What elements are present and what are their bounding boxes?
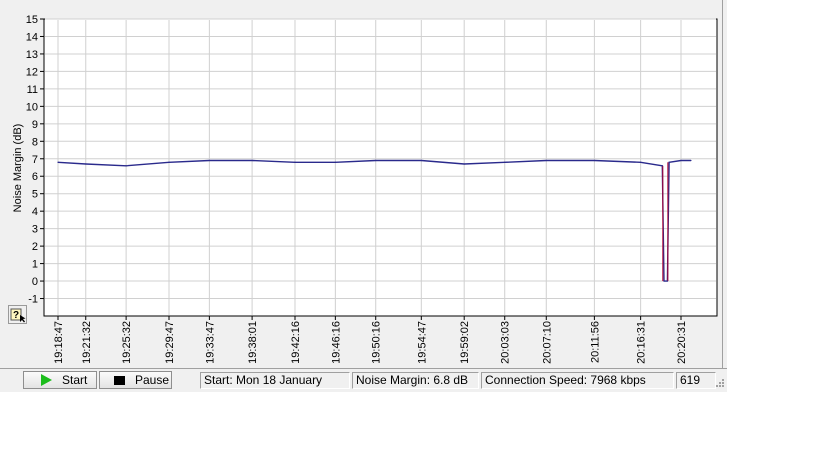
series-point [420, 159, 422, 162]
x-tick-label: 19:59:02 [459, 321, 471, 364]
pause-button-label: Pause [135, 373, 170, 387]
start-button[interactable]: Start [23, 371, 97, 389]
series-point [168, 161, 170, 163]
resize-grip-icon[interactable] [712, 377, 725, 390]
y-tick-label: 5 [32, 189, 38, 201]
x-tick-label: 19:42:16 [290, 321, 302, 364]
stop-square-icon [114, 375, 125, 385]
series-point [593, 159, 595, 162]
y-tick-label: 9 [32, 119, 38, 131]
y-tick-label: -1 [28, 294, 38, 306]
x-tick-label: 20:20:31 [676, 321, 688, 364]
series-point [668, 161, 670, 163]
y-axis-label: Noise Margin (dB) [12, 124, 24, 213]
series-point [375, 159, 377, 162]
series-point [640, 161, 642, 163]
start-button-label: Start [62, 373, 88, 387]
x-tick-label: 19:33:47 [204, 321, 216, 364]
y-tick-label: 12 [26, 66, 38, 78]
x-tick-label: 20:11:56 [589, 321, 601, 363]
y-tick-label: 1 [32, 259, 38, 271]
series-point [463, 163, 465, 165]
y-tick-label: 4 [32, 206, 38, 218]
help-cursor-icon[interactable]: ? [8, 305, 27, 324]
y-tick-label: 14 [26, 31, 38, 43]
y-tick-label: 15 [26, 14, 38, 26]
noise-margin-chart: -10123456789101112131415 19:18:47 19:21:3… [12, 14, 718, 364]
status-sample-count: 619 [676, 372, 716, 389]
series-point [334, 161, 336, 163]
x-tick-label: 20:03:03 [500, 321, 512, 364]
series-point [690, 159, 692, 162]
x-tick-label: 20:16:31 [636, 321, 648, 364]
pause-button[interactable]: Pause [99, 371, 172, 389]
x-tick-label: 19:50:16 [371, 321, 383, 364]
x-tick-label: 19:25:32 [121, 321, 133, 364]
series-point [251, 159, 253, 162]
play-icon [41, 374, 52, 386]
y-tick-label: 7 [32, 154, 38, 166]
series-point [663, 280, 665, 282]
y-tick-label: 8 [32, 136, 38, 148]
series-point [208, 159, 210, 162]
y-tick-label: 3 [32, 224, 38, 236]
status-noise-margin: Noise Margin: 6.8 dB [352, 372, 479, 389]
series-point [504, 161, 506, 163]
x-tick-label: 19:46:16 [330, 321, 342, 364]
y-tick-label: 10 [26, 101, 38, 113]
y-tick-label: 6 [32, 171, 38, 183]
series-point [666, 280, 668, 282]
series-point [57, 161, 59, 163]
series-point [294, 161, 296, 163]
series-point [545, 159, 547, 162]
svg-text:?: ? [13, 310, 19, 321]
x-tick-label: 20:07:10 [541, 321, 553, 364]
x-tick-label: 19:21:32 [81, 321, 93, 364]
y-tick-label: 13 [26, 49, 38, 61]
plot-area [43, 18, 718, 317]
series-point [680, 159, 682, 162]
series-point [85, 163, 87, 165]
y-tick-label: 0 [32, 276, 38, 288]
x-tick-label: 19:29:47 [164, 321, 176, 364]
series-point [661, 165, 663, 167]
y-tick-label: 11 [27, 84, 38, 96]
series-point [125, 165, 127, 167]
y-axis-ticks: -10123456789101112131415 [26, 14, 44, 306]
x-tick-label: 19:38:01 [247, 321, 259, 364]
x-tick-label: 19:54:47 [416, 321, 428, 364]
status-start-time: Start: Mon 18 January [200, 372, 350, 389]
app-window: -1 0 1 2 3 4 5 6 7 8 9 10 11 12 13 14 15 19:18:47 19:21:3… [0, 0, 727, 392]
window-edge [722, 0, 723, 372]
y-tick-label: 2 [32, 241, 38, 253]
x-tick-label: 19:18:47 [53, 321, 65, 364]
x-axis-ticks: 19:18:47 19:21:32 19:25:32 19:29:47 19:33:47… [53, 316, 688, 364]
status-connection-speed: Connection Speed: 7968 kbps [481, 372, 674, 389]
status-bar: Start Pause Start: Mon 18 January Noise … [0, 368, 727, 392]
